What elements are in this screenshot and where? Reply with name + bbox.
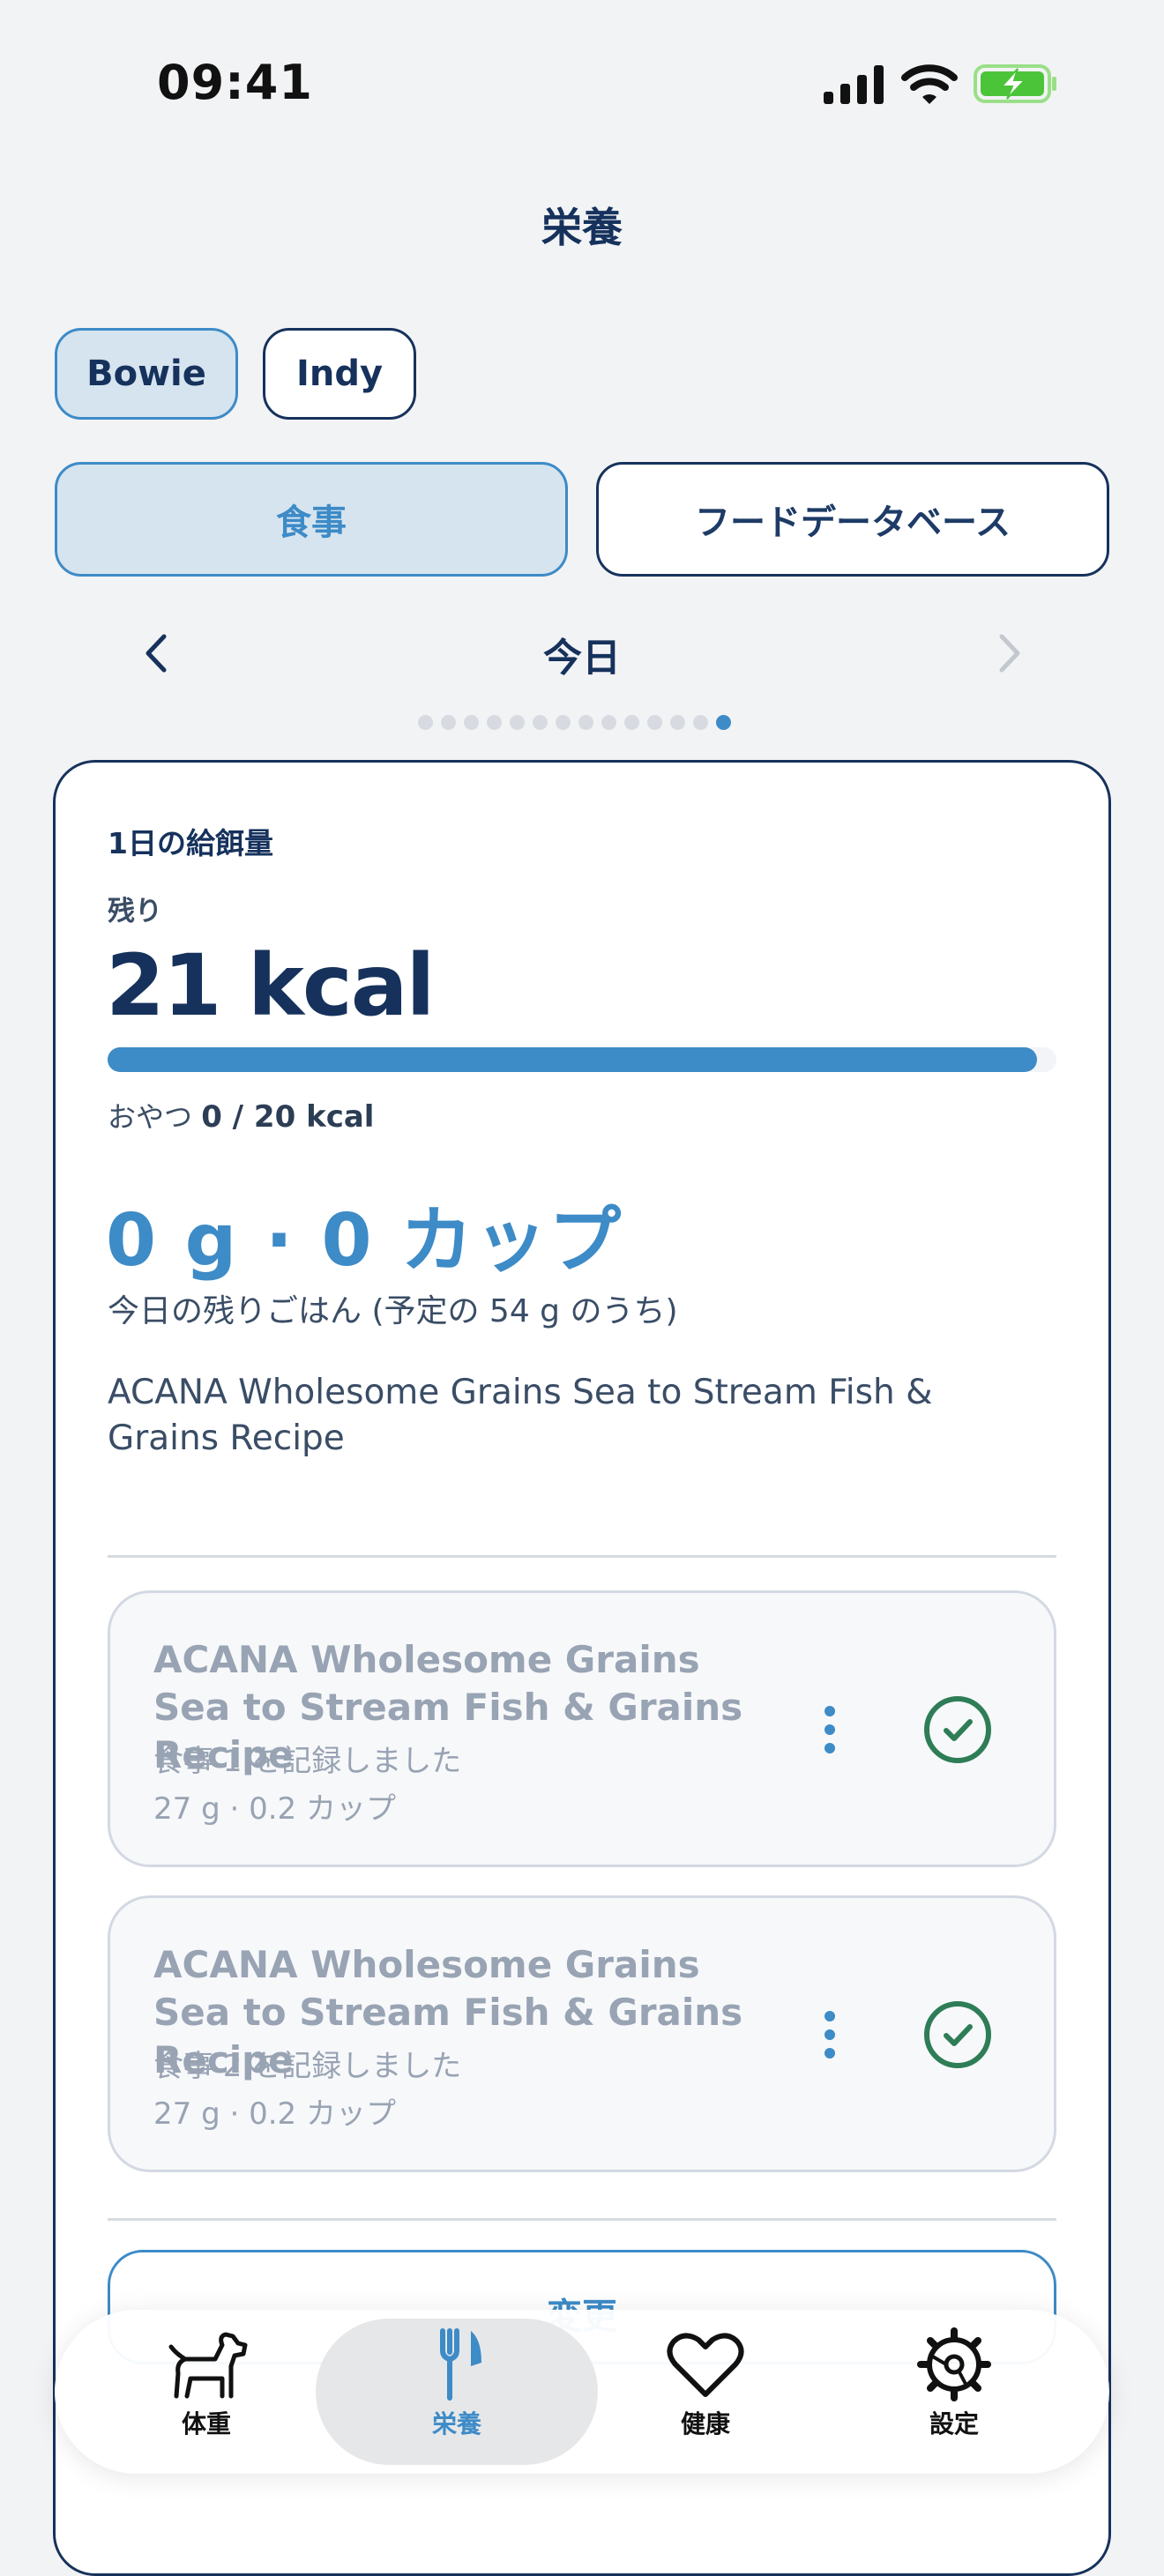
page-dot bbox=[441, 714, 456, 730]
page-dot bbox=[716, 714, 731, 730]
tab-health[interactable]: 健康 bbox=[617, 2327, 794, 2460]
page-dot bbox=[556, 714, 571, 730]
tab-settings[interactable]: 設定 bbox=[866, 2327, 1042, 2460]
portion-subtitle: 今日の残りごはん (予定の 54 g のうち) bbox=[108, 1293, 678, 1329]
page-dot bbox=[510, 714, 525, 730]
tab-label: 体重 bbox=[181, 2409, 231, 2438]
page-dot bbox=[601, 714, 616, 730]
dog-icon bbox=[168, 2332, 248, 2399]
battery-charging-icon bbox=[974, 64, 1056, 103]
tab-label: 栄養 bbox=[431, 2409, 481, 2438]
date-label: 今日 bbox=[543, 636, 621, 681]
treat-row: おやつ 0 / 20 kcal bbox=[108, 1095, 374, 1135]
remaining-label: 残り bbox=[108, 896, 162, 927]
fork-knife-icon bbox=[440, 2328, 481, 2401]
page-dot bbox=[578, 714, 593, 730]
page-dot bbox=[487, 714, 502, 730]
heart-icon bbox=[667, 2333, 744, 2397]
portion-remaining: 0 g · 0 カップ bbox=[106, 1199, 623, 1283]
more-options-icon[interactable] bbox=[822, 1703, 838, 1756]
divider bbox=[108, 1555, 1056, 1558]
progress-fill bbox=[108, 1047, 1037, 1072]
page-dot bbox=[464, 714, 479, 730]
tab-label: 設定 bbox=[929, 2409, 979, 2438]
food-name: ACANA Wholesome Grains Sea to Stream Fis… bbox=[108, 1373, 933, 1458]
page-dot bbox=[647, 714, 662, 730]
meal-amount: 27 g · 0.2 カップ bbox=[153, 2096, 396, 2132]
divider bbox=[108, 2218, 1056, 2221]
chevron-right-icon bbox=[999, 634, 1020, 673]
meal-status: 食事 1 を記録しました bbox=[153, 1744, 462, 1779]
page-indicator bbox=[418, 714, 731, 730]
tab-label: 健康 bbox=[680, 2409, 730, 2438]
tab-weight[interactable]: 体重 bbox=[118, 2327, 295, 2460]
more-options-icon[interactable] bbox=[822, 2008, 838, 2061]
wifi-icon bbox=[901, 64, 958, 104]
check-circle-icon[interactable] bbox=[922, 1694, 993, 1765]
remaining-kcal: 21 kcal bbox=[106, 936, 435, 1035]
page-dot bbox=[624, 714, 639, 730]
page-dot bbox=[418, 714, 433, 730]
page-dot bbox=[693, 714, 708, 730]
meal-status: 食事 2 を記録しました bbox=[153, 2049, 462, 2084]
meal-amount: 27 g · 0.2 カップ bbox=[153, 1791, 396, 1827]
tab-food-database[interactable]: フードデータベース bbox=[596, 462, 1109, 577]
cellular-signal-icon bbox=[824, 65, 884, 104]
gear-icon bbox=[917, 2327, 991, 2401]
treat-label: おやつ bbox=[108, 1100, 193, 1134]
tab-meals[interactable]: 食事 bbox=[55, 462, 568, 577]
pet-chip-bowie[interactable]: Bowie bbox=[55, 328, 238, 420]
daily-amount-title: 1日の給餌量 bbox=[108, 826, 273, 860]
status-time: 09:41 bbox=[157, 55, 313, 110]
page-dot bbox=[670, 714, 685, 730]
pet-chip-indy[interactable]: Indy bbox=[263, 328, 416, 420]
check-circle-icon[interactable] bbox=[922, 1999, 993, 2070]
treat-value: 0 / 20 kcal bbox=[201, 1099, 375, 1135]
tab-nutrition[interactable]: 栄養 bbox=[369, 2327, 545, 2460]
page-dot bbox=[533, 714, 548, 730]
page-title: 栄養 bbox=[541, 204, 623, 251]
